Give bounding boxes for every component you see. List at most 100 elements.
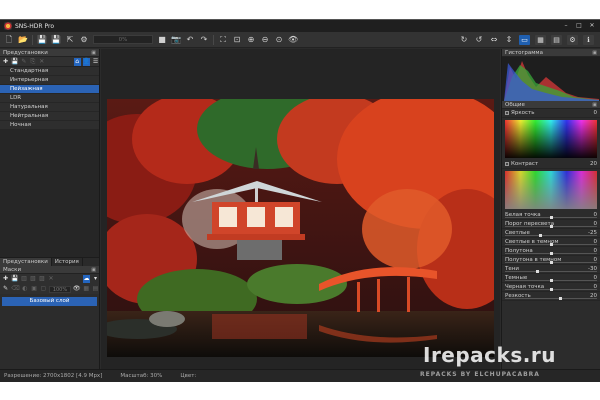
slider-row[interactable]: Резкость 20 <box>502 292 600 301</box>
redo-icon[interactable]: ↷ <box>199 35 209 45</box>
user-icon[interactable]: 👤 <box>82 57 91 66</box>
delete-mask-icon[interactable]: ✕ <box>47 275 54 283</box>
slider-track[interactable] <box>505 297 597 300</box>
cloud-icon[interactable]: ☁ <box>82 275 90 283</box>
contrast-row[interactable]: Контраст 20 <box>502 160 600 169</box>
zoom-out-icon[interactable]: ⊖ <box>260 35 270 45</box>
list-icon[interactable]: ☰ <box>92 58 99 66</box>
monitor-view-icon[interactable]: ▭ <box>519 35 530 45</box>
info-icon[interactable]: ℹ <box>583 35 594 45</box>
minimize-button[interactable]: – <box>561 22 571 29</box>
preview-eye-icon[interactable]: 👁 <box>288 35 298 45</box>
brightness-checkbox[interactable] <box>505 110 509 115</box>
slider-track[interactable] <box>505 216 597 219</box>
preset-item[interactable]: Интерьерная <box>0 76 99 85</box>
slider-track[interactable] <box>505 234 597 237</box>
preset-item[interactable]: Ночная <box>0 121 99 130</box>
slider-knob[interactable] <box>559 297 563 300</box>
mask-overlay-icon[interactable]: ▤ <box>92 285 99 293</box>
slider-row[interactable]: Светлые -25 <box>502 229 600 238</box>
open-folder-icon[interactable]: 📂 <box>18 35 28 45</box>
slider-knob[interactable] <box>550 288 553 291</box>
slider-track[interactable] <box>505 270 597 273</box>
slider-knob[interactable] <box>550 279 553 282</box>
zoom-select-icon[interactable]: ⊙ <box>274 35 284 45</box>
brightness-row[interactable]: Яркость 0 <box>502 109 600 118</box>
options-gear-icon[interactable]: ⚙ <box>567 35 578 45</box>
copy-preset-icon[interactable]: ⎘ <box>29 58 36 66</box>
save-preset-icon[interactable]: 💾 <box>11 58 18 66</box>
slider-track[interactable] <box>505 279 597 282</box>
preset-item[interactable]: LDR <box>0 94 99 103</box>
rotate-right-icon[interactable]: ↻ <box>459 35 469 45</box>
slider-knob[interactable] <box>550 261 553 264</box>
slider-track[interactable] <box>505 252 597 255</box>
mask-opacity-field[interactable]: 100% <box>49 285 71 293</box>
zoom-field[interactable]: 0% <box>93 35 153 44</box>
close-button[interactable]: ✕ <box>587 22 597 29</box>
add-mask-icon[interactable]: ✚ <box>2 275 9 283</box>
slider-knob[interactable] <box>538 234 542 237</box>
slider-row[interactable]: Полутона в темном 0 <box>502 256 600 265</box>
delete-preset-icon[interactable]: ✕ <box>38 58 45 66</box>
mask-view-icon[interactable]: ▦ <box>83 285 90 293</box>
base-layer-item[interactable]: Базовый слой <box>2 297 97 306</box>
mask-c-icon[interactable]: ▨ <box>38 275 45 283</box>
grid-icon[interactable]: ▤ <box>551 35 562 45</box>
add-preset-icon[interactable]: ✚ <box>2 58 9 66</box>
slider-row[interactable]: Полутона 0 <box>502 247 600 256</box>
edit-preset-icon[interactable]: ✎ <box>20 58 27 66</box>
slider-track[interactable] <box>505 225 597 228</box>
image-canvas[interactable] <box>101 49 500 369</box>
slider-row[interactable]: Черная точка 0 <box>502 283 600 292</box>
slider-knob[interactable] <box>550 252 553 255</box>
undo-icon[interactable]: ↶ <box>185 35 195 45</box>
camera-icon[interactable]: 📷 <box>171 35 181 45</box>
pin-icon[interactable]: ▣ <box>91 49 96 57</box>
preset-item[interactable]: Стандартная <box>0 67 99 76</box>
slider-row[interactable]: Темные 0 <box>502 274 600 283</box>
invert-mask-icon[interactable]: ◐ <box>21 285 28 293</box>
contrast-curve-graph[interactable] <box>505 171 597 209</box>
home-icon[interactable]: ⌂ <box>73 57 81 66</box>
slider-row[interactable]: Белая точка 0 <box>502 211 600 220</box>
settings-gear-icon[interactable]: ⚙ <box>79 35 89 45</box>
slider-row[interactable]: Тени -30 <box>502 265 600 274</box>
pin-icon[interactable]: ▣ <box>91 266 96 274</box>
brush-icon[interactable]: ✎ <box>2 285 9 293</box>
slider-track[interactable] <box>505 261 597 264</box>
slider-track[interactable] <box>505 288 597 291</box>
eye-icon[interactable]: 👁 <box>73 285 81 293</box>
eraser-icon[interactable]: ⌫ <box>11 285 19 293</box>
save-icon[interactable]: 💾 <box>37 35 47 45</box>
fit-screen-icon[interactable]: ⛶ <box>218 35 228 45</box>
slider-row[interactable]: Порог пересвета 0 <box>502 220 600 229</box>
fill-icon[interactable]: ▣ <box>31 285 38 293</box>
zoom-100-icon[interactable]: ⊡ <box>232 35 242 45</box>
slider-knob[interactable] <box>536 270 540 273</box>
preset-item-selected[interactable]: Пейзажная <box>0 85 99 94</box>
rotate-left-icon[interactable]: ↺ <box>474 35 484 45</box>
preset-item[interactable]: Натуральная <box>0 103 99 112</box>
slider-row[interactable]: Светлые в темном 0 <box>502 238 600 247</box>
flip-horizontal-icon[interactable]: ⇔ <box>489 35 499 45</box>
mask-b-icon[interactable]: ▧ <box>29 275 36 283</box>
mask-a-icon[interactable]: ▥ <box>20 275 27 283</box>
mask-menu-icon[interactable]: ▾ <box>92 275 99 283</box>
clear-icon[interactable]: ▢ <box>40 285 47 293</box>
pin-icon[interactable]: ▣ <box>592 101 597 109</box>
pin-icon[interactable]: ▣ <box>592 49 597 57</box>
brightness-curve-graph[interactable] <box>505 120 597 158</box>
preset-item[interactable]: Нейтральная <box>0 112 99 121</box>
save-as-icon[interactable]: 💾 <box>51 35 61 45</box>
slider-track[interactable] <box>505 243 597 246</box>
export-icon[interactable]: ⇱ <box>65 35 75 45</box>
slider-knob[interactable] <box>550 243 553 246</box>
fit-square-icon[interactable]: ■ <box>157 35 167 45</box>
save-mask-icon[interactable]: 💾 <box>11 275 18 283</box>
tab-presets[interactable]: Предустановки <box>0 258 52 266</box>
slider-knob[interactable] <box>550 225 553 228</box>
new-file-icon[interactable]: 🗋 <box>4 35 14 45</box>
maximize-button[interactable]: □ <box>574 22 584 29</box>
zoom-in-icon[interactable]: ⊕ <box>246 35 256 45</box>
